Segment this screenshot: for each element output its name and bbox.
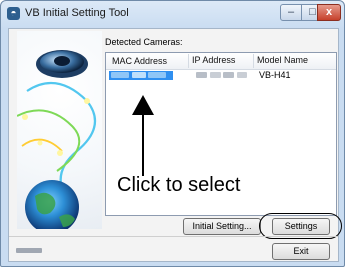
initial-setting-button[interactable]: Initial Setting... (183, 218, 261, 235)
window-title: VB Initial Setting Tool (25, 7, 129, 19)
column-header-ip[interactable]: IP Address (188, 54, 235, 68)
ip-address-cell (196, 71, 247, 80)
close-button[interactable]: x (317, 4, 341, 21)
column-header-mac[interactable]: MAC Address (112, 56, 167, 66)
footer-divider (9, 236, 338, 237)
redacted-value (196, 72, 207, 78)
arrow-shaft (142, 110, 144, 176)
redacted-value (148, 72, 167, 78)
app-icon: ◓ (7, 7, 20, 20)
exit-button[interactable]: Exit (272, 243, 330, 260)
redacted-value (223, 72, 235, 78)
mac-address-cell[interactable] (109, 71, 173, 80)
dialog-client-area: Detected Cameras: MAC Address IP Address… (8, 28, 342, 262)
model-name-cell: VB-H41 (259, 70, 291, 80)
detected-cameras-label: Detected Cameras: (105, 37, 183, 47)
redacted-version (16, 248, 42, 254)
app-window: ◓ VB Initial Setting Tool – □ x Detected… (0, 0, 345, 267)
redacted-value (209, 72, 221, 78)
globe-illustration (17, 31, 102, 229)
redacted-value (236, 72, 247, 78)
table-row[interactable]: VB-H41 (106, 70, 336, 82)
globe-artwork-icon (17, 50, 97, 229)
camera-list[interactable]: MAC Address IP Address Model Name VB-H41… (105, 52, 337, 216)
click-to-select-callout: Click to select (117, 174, 241, 196)
title-bar[interactable]: ◓ VB Initial Setting Tool – □ x (1, 1, 344, 27)
minimize-button[interactable]: – (280, 4, 302, 21)
redacted-value (131, 72, 146, 78)
column-header-model[interactable]: Model Name (253, 54, 308, 68)
version-label (16, 245, 42, 255)
redacted-value (111, 72, 129, 78)
list-header: MAC Address IP Address Model Name (106, 53, 336, 70)
